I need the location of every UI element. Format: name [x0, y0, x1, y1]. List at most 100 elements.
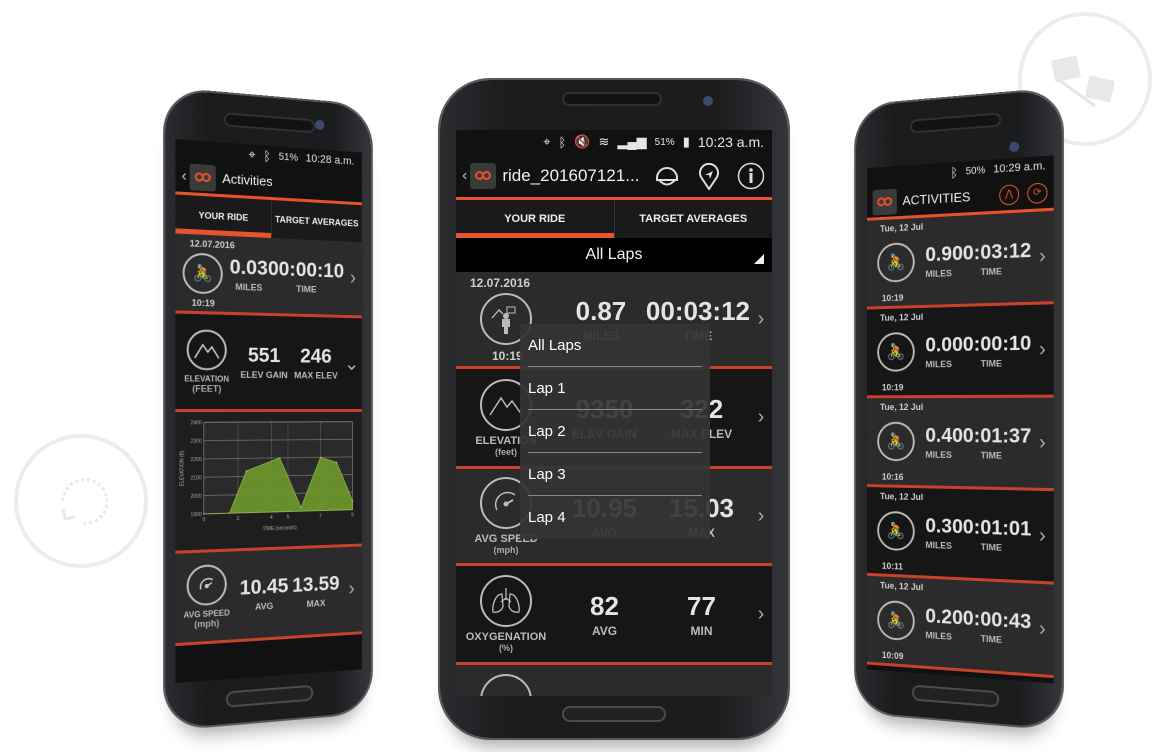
activity-date: Tue, 12 Jul — [880, 311, 924, 323]
activity-start-time: 10:19 — [881, 382, 904, 393]
speed-row[interactable]: AVG SPEED (mph) 10.45 AVG 13.59 MAX › — [175, 546, 362, 647]
tab-label: YOUR RIDE — [198, 210, 249, 223]
lap-selector-value: All Laps — [585, 246, 643, 263]
tab-your-ride[interactable]: YOUR RIDE — [175, 194, 270, 238]
chevron-right-icon[interactable]: › — [1031, 244, 1053, 268]
lap-dropdown-menu: All Laps Lap 1 Lap 2 Lap 3 Lap 4 — [520, 324, 710, 539]
label: MAX — [306, 598, 326, 610]
tab-bar: YOUR RIDE TARGET AVERAGES — [456, 200, 772, 238]
activity-filter-icon[interactable]: ⋀ — [999, 183, 1020, 206]
metric-icon — [480, 674, 532, 696]
y-tick-label: 2100 — [191, 475, 202, 481]
chevron-right-icon[interactable]: › — [750, 308, 772, 331]
duration-value: 00:01:37 TIME — [952, 424, 1031, 460]
chevron-right-icon[interactable]: › — [750, 505, 772, 528]
metric-label: ELEVATION — [184, 374, 230, 384]
menu-item-lap-2[interactable]: Lap 2 — [520, 410, 710, 453]
location-icon: ⌖ — [543, 134, 551, 149]
value: 0.4 — [925, 424, 953, 447]
min-oxygen-value: 77 MIN — [653, 591, 750, 638]
home-button[interactable] — [227, 686, 312, 706]
menu-item-lap-4[interactable]: Lap 4 — [520, 496, 710, 539]
chevron-right-icon[interactable]: › — [1031, 338, 1053, 362]
metric-label: OXYGENATION — [465, 631, 547, 643]
activity-list-item[interactable]: Tue, 12 Jul 🚴 0.9 MILES 00:03:12 TIME › 10:19 — [867, 210, 1054, 310]
activity-list-item[interactable]: Tue, 12 Jul 🚴 0.0 MILES 00:00:10 TIME › 10:19 — [867, 304, 1054, 399]
y-tick-label: 2400 — [191, 420, 202, 426]
value: 0.0 — [925, 333, 953, 356]
activity-list-item[interactable]: Tue, 12 Jul 🚴 0.3 MILES 00:01:01 TIME › 10:11 — [867, 487, 1054, 585]
icon-column — [456, 644, 556, 696]
activity-date: Tue, 12 Jul — [880, 402, 924, 412]
helmet-icon[interactable] — [652, 161, 682, 191]
cyclist-icon: 🚴 — [182, 251, 223, 294]
x-tick-label: 9 — [351, 513, 354, 519]
app-title: Activities — [222, 170, 273, 190]
ride-start-time: 10:19 — [492, 349, 523, 363]
activity-start-time: 10:11 — [881, 560, 903, 572]
chevron-right-icon[interactable]: › — [1031, 524, 1053, 548]
info-icon[interactable] — [736, 161, 766, 191]
chevron-right-icon[interactable]: › — [344, 267, 362, 290]
menu-item-label: Lap 3 — [528, 466, 566, 483]
value: 0.9 — [925, 242, 953, 266]
back-button[interactable]: ‹ — [182, 167, 187, 186]
home-button[interactable] — [913, 686, 998, 706]
chevron-right-icon[interactable]: › — [341, 578, 361, 602]
activity-date: Tue, 12 Jul — [880, 221, 924, 234]
icon-column: OXYGENATION (%) — [456, 575, 556, 653]
clock: 10:28 a.m. — [305, 152, 355, 168]
app-logo — [470, 162, 497, 189]
activity-list-item[interactable]: Tue, 12 Jul 🚴 0.4 MILES 00:01:37 TIME › 10:16 — [867, 397, 1054, 492]
value: 00:00:43 — [952, 606, 1032, 634]
menu-item-all-laps[interactable]: All Laps — [520, 324, 710, 367]
x-axis-label: TIME (seconds) — [263, 525, 297, 532]
time-value: 00:00:10 TIME — [268, 258, 344, 295]
ride-date: 12.07.2016 — [189, 238, 235, 251]
y-tick-label: 1900 — [191, 512, 202, 518]
menu-item-label: Lap 2 — [528, 423, 566, 440]
elev-gain-value: 551 ELEV GAIN — [238, 344, 291, 381]
elevation-row[interactable]: ELEVATION (FEET) 551 ELEV GAIN 246 MAX ELE… — [175, 313, 362, 413]
chevron-right-icon[interactable]: › — [750, 406, 772, 429]
tab-target-averages[interactable]: TARGET AVERAGES — [613, 200, 773, 238]
label: TIME — [980, 357, 1002, 369]
metric-unit: (mph) — [194, 617, 220, 630]
chevron-right-icon[interactable]: › — [750, 603, 772, 626]
value: 551 — [247, 344, 281, 368]
map-pin-icon[interactable] — [694, 161, 724, 191]
app-title[interactable]: ACTIVITIES — [902, 188, 987, 208]
cyclist-icon: 🚴 — [877, 599, 915, 642]
activity-start-time: 10:16 — [881, 471, 904, 482]
value: 0.87 — [575, 295, 627, 326]
lap-selector[interactable]: All Laps — [456, 238, 772, 272]
menu-item-lap-3[interactable]: Lap 3 — [520, 453, 710, 496]
activity-start-time: 10:09 — [881, 649, 904, 662]
back-button[interactable]: ‹ — [462, 167, 467, 185]
tab-label: YOUR RIDE — [504, 213, 566, 225]
value: 10.45 — [239, 575, 289, 600]
chevron-down-icon[interactable]: ⌄ — [341, 351, 361, 376]
home-button[interactable] — [564, 708, 664, 720]
label: ELEV GAIN — [240, 369, 288, 381]
chevron-right-icon[interactable]: › — [1031, 617, 1053, 642]
chevron-right-icon[interactable]: › — [1031, 431, 1053, 455]
menu-item-lap-1[interactable]: Lap 1 — [520, 367, 710, 410]
cyclist-icon: 🚴 — [877, 331, 915, 372]
elevation-chart: 1900 2000 2100 2200 2300 2400 0 2 4 5 7 9 TIME (seco… — [175, 411, 362, 554]
label: AVG — [254, 600, 274, 612]
sync-icon[interactable]: ⟳ — [1027, 181, 1048, 204]
mountain-icon — [186, 329, 227, 371]
tab-target-averages[interactable]: TARGET AVERAGES — [270, 199, 362, 243]
lungs-icon — [480, 575, 532, 627]
label: TIME — [980, 265, 1002, 277]
ride-summary-row[interactable]: 12.07.2016 🚴 0.03 MILES 00:00:10 TIME › 10… — [175, 233, 362, 319]
value: 13.59 — [292, 572, 340, 597]
icon-column: AVG SPEED (mph) — [175, 563, 237, 630]
x-tick-label: 4 — [270, 515, 273, 521]
activity-list-item[interactable]: Tue, 12 Jul 🚴 0.2 MILES 00:00:43 TIME › 10:09 — [867, 575, 1054, 679]
tab-your-ride[interactable]: YOUR RIDE — [456, 200, 614, 238]
x-tick-label: 5 — [287, 514, 290, 520]
max-speed-value: 13.59 MAX — [290, 573, 341, 610]
activity-list: Tue, 12 Jul 🚴 0.9 MILES 00:03:12 TIME › 10:19 Tu… — [867, 210, 1054, 679]
